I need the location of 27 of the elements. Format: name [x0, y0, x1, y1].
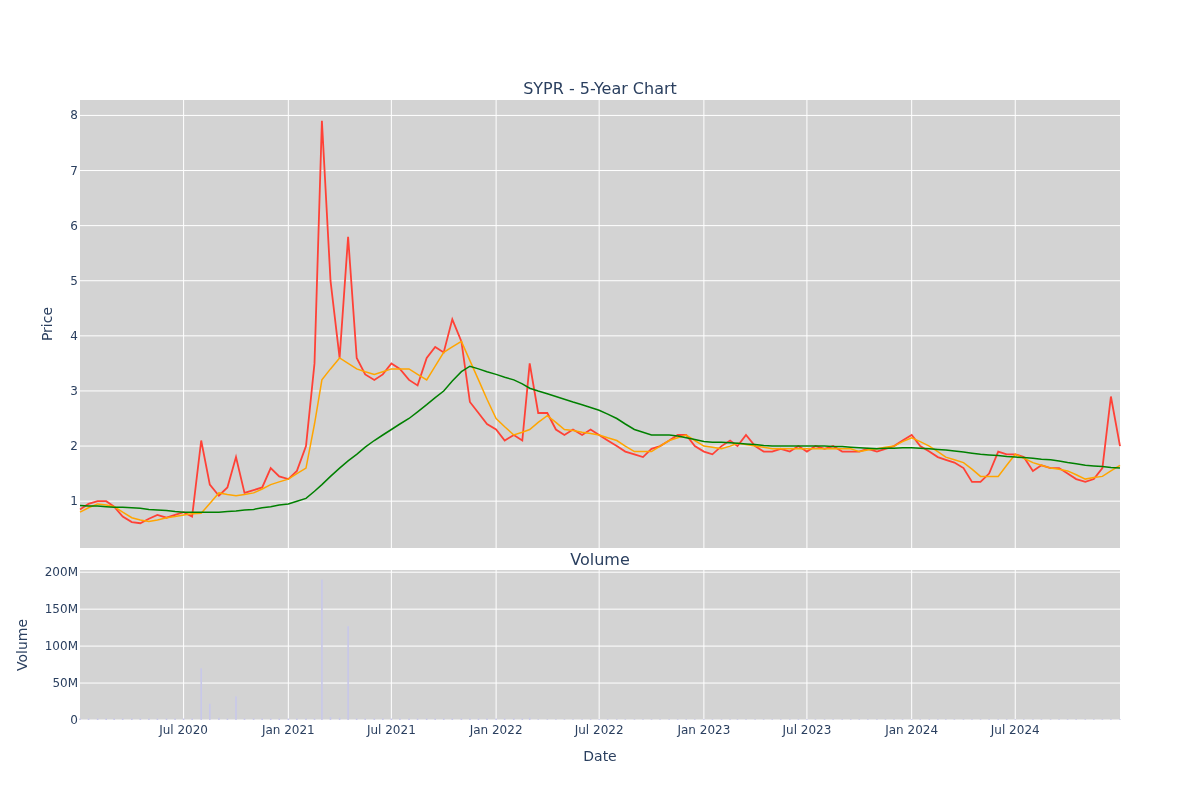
chart-title: Volume — [570, 550, 630, 569]
tick-label: 200M — [44, 565, 78, 580]
axis-title: Price — [39, 306, 55, 342]
chart-title: SYPR - 5-Year Chart — [523, 79, 677, 98]
tick-label: Jan 2023 — [677, 723, 731, 737]
tick-label: Jul 2020 — [159, 723, 208, 737]
tick-label: 1 — [70, 494, 78, 509]
axis-title: Date — [583, 748, 617, 764]
tick-label: 5 — [70, 273, 78, 288]
tick-label: Jan 2021 — [261, 723, 315, 737]
tick-label: Jul 2024 — [990, 723, 1040, 737]
tick-label: 3 — [70, 383, 78, 398]
tick-label: Jul 2023 — [782, 723, 832, 737]
tick-label: 2 — [70, 439, 78, 454]
tick-label: 4 — [70, 328, 78, 343]
tick-label: Jul 2022 — [574, 723, 624, 737]
tick-label: 7 — [70, 163, 78, 178]
tick-label: 0 — [70, 713, 78, 727]
tick-label: 150M — [44, 602, 78, 617]
tick-label: Jul 2021 — [366, 723, 416, 737]
tick-label: 50M — [52, 676, 78, 691]
tick-label: Jan 2022 — [469, 723, 523, 737]
tick-label: Jan 2024 — [885, 723, 939, 737]
tick-label: 100M — [44, 639, 78, 654]
axis-title: Volume — [14, 618, 30, 672]
tick-label: 6 — [70, 218, 78, 233]
tick-label: 8 — [70, 108, 78, 123]
